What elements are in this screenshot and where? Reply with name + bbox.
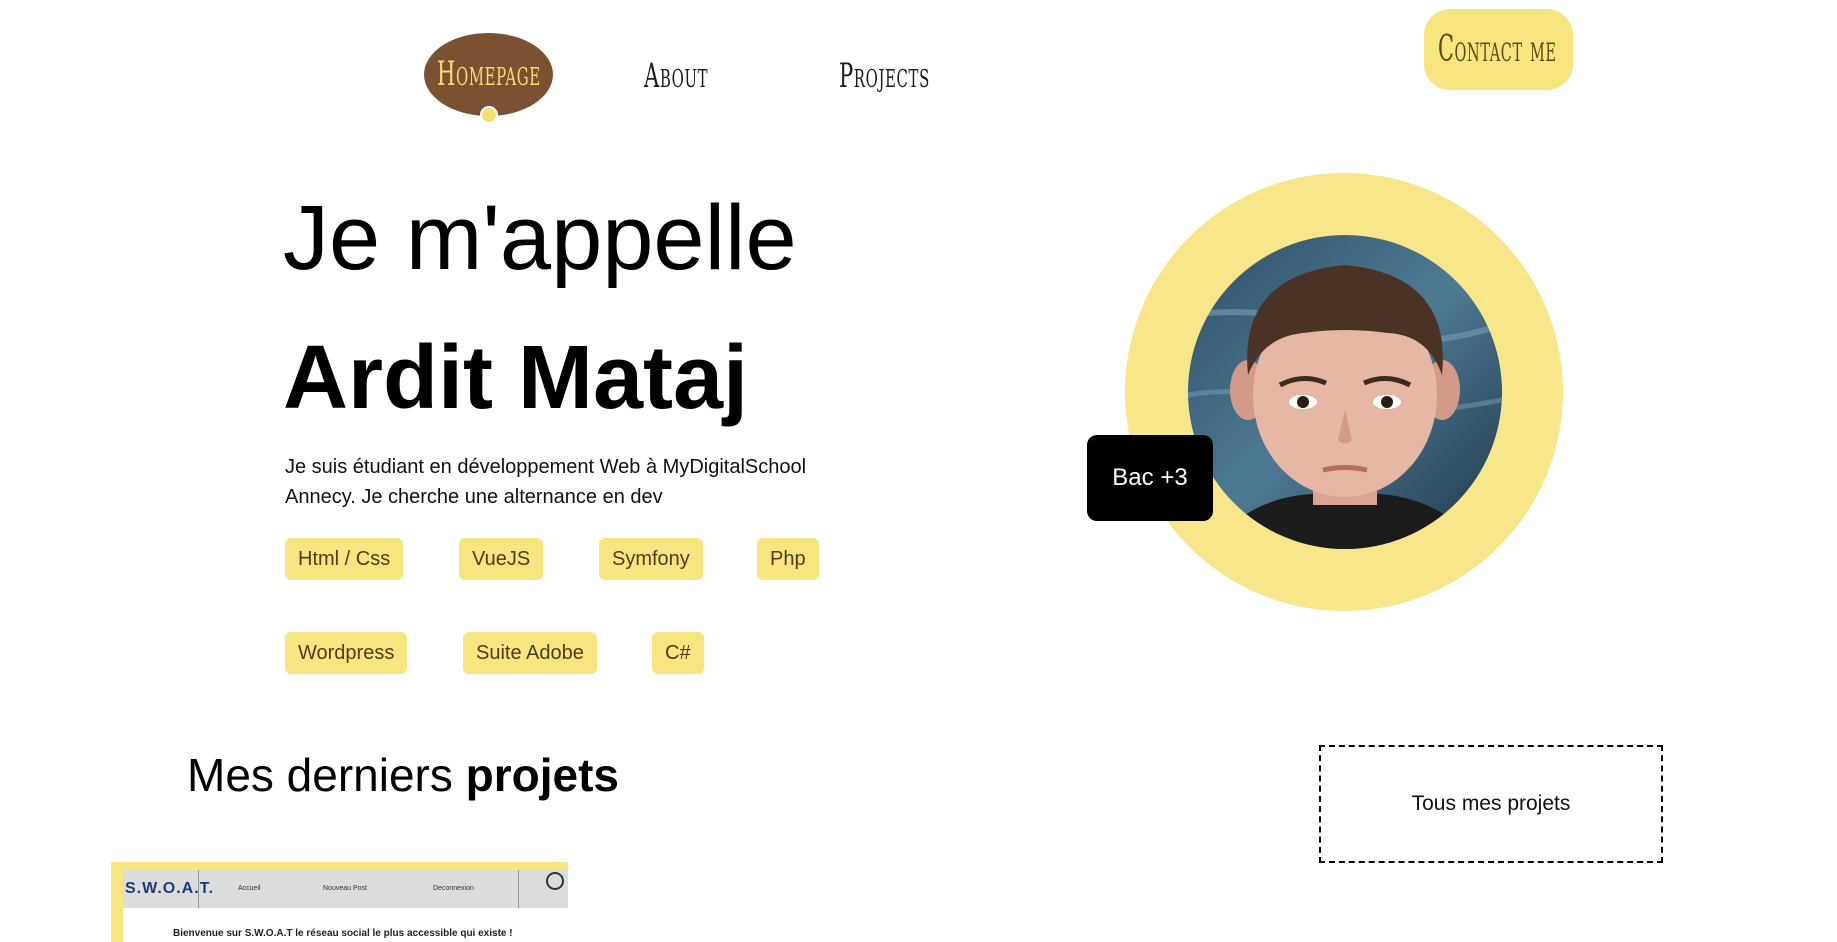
preview-divider <box>198 870 199 908</box>
skill-tag: Php <box>757 538 819 580</box>
skill-tag: Wordpress <box>285 632 408 674</box>
hero-greeting: Je m'appelle <box>283 187 797 289</box>
projects-heading-bold: projets <box>465 749 620 801</box>
contact-me-button[interactable]: Contact me <box>1424 9 1573 90</box>
preview-link: Accueil <box>238 885 261 892</box>
preview-user-icon <box>546 872 564 890</box>
skill-tag: C# <box>652 632 704 674</box>
preview-nav: S.W.O.A.T. Accueil Nouveau Post Deconnex… <box>123 870 568 908</box>
nav-link-about[interactable]: About <box>644 56 708 96</box>
hero-name: Ardit Mataj <box>283 328 749 428</box>
nav-home-pill[interactable]: Homepage <box>424 33 553 116</box>
skill-tag: VueJS <box>459 538 544 580</box>
active-indicator-dot <box>480 106 498 124</box>
projects-heading: Mes derniers projets <box>187 752 619 798</box>
nav-link-homepage[interactable]: Homepage <box>437 54 541 94</box>
projects-heading-regular: Mes derniers <box>187 749 466 801</box>
preview-link: Deconnexion <box>433 885 474 892</box>
project-preview: S.W.O.A.T. Accueil Nouveau Post Deconnex… <box>123 870 568 942</box>
skill-tag: Html / Css <box>285 538 404 580</box>
profile-photo <box>1188 235 1502 549</box>
skill-tag: Symfony <box>599 538 703 580</box>
all-projects-button[interactable]: Tous mes projets <box>1319 745 1663 863</box>
project-card[interactable]: S.W.O.A.T. Accueil Nouveau Post Deconnex… <box>111 862 568 942</box>
preview-divider <box>518 870 519 908</box>
nav-link-projects[interactable]: Projects <box>839 56 930 96</box>
preview-welcome-text: Bienvenue sur S.W.O.A.T le réseau social… <box>173 928 513 939</box>
preview-link: Nouveau Post <box>323 885 367 892</box>
skill-tag: Suite Adobe <box>463 632 597 674</box>
degree-badge: Bac +3 <box>1087 435 1213 521</box>
contact-me-label: Contact me <box>1438 29 1557 70</box>
hero-description: Je suis étudiant en développement Web à … <box>285 456 807 508</box>
preview-logo: S.W.O.A.T. <box>125 880 215 897</box>
